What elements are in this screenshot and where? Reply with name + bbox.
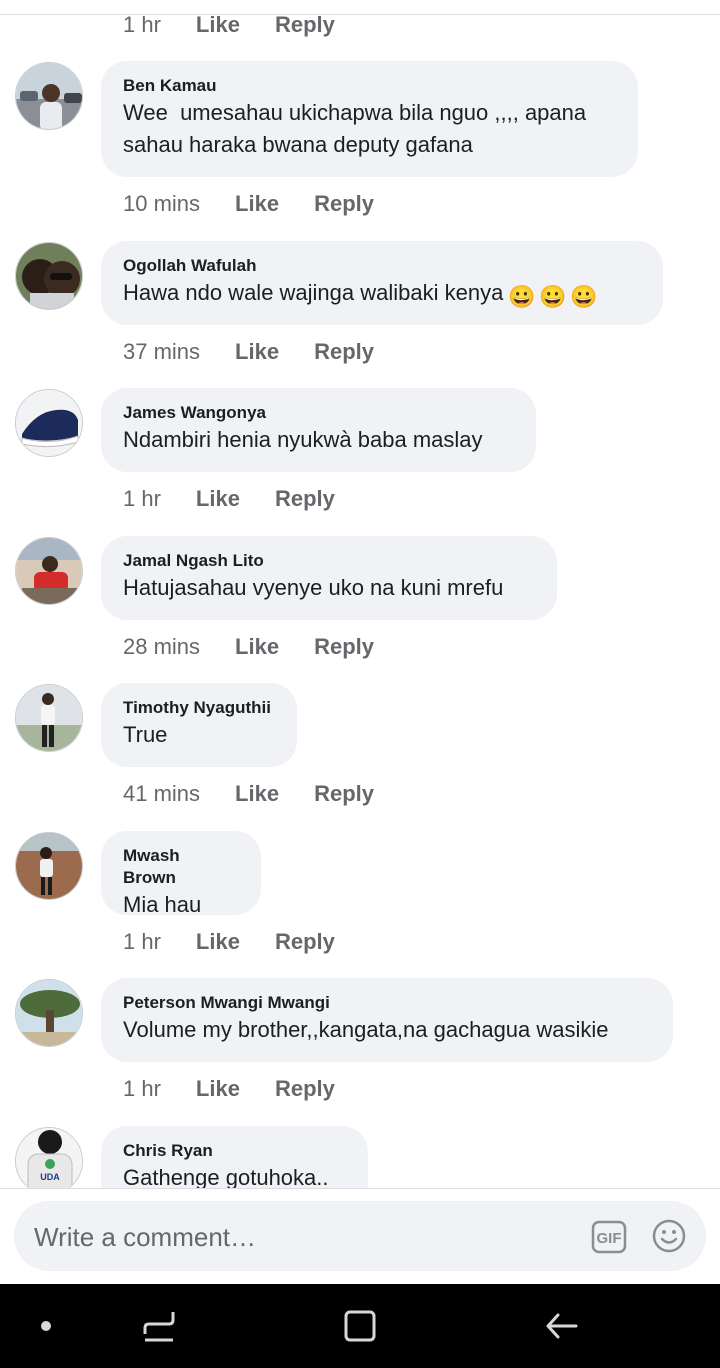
reply-button[interactable]: Reply — [314, 191, 374, 217]
gif-icon[interactable]: GIF — [591, 1220, 627, 1254]
comment-meta-row: 37 mins Like Reply — [123, 332, 409, 372]
like-button[interactable]: Like — [235, 781, 279, 807]
grinning-face-emoji: 😀 — [570, 284, 598, 309]
like-button[interactable]: Like — [235, 191, 279, 217]
comment-bubble[interactable]: Mwash Brown Mia hau — [101, 831, 261, 917]
comment-composer: GIF — [14, 1201, 706, 1273]
comment-author[interactable]: Timothy Nyaguthii — [123, 697, 273, 719]
reply-button[interactable]: Reply — [314, 634, 374, 660]
avatar[interactable] — [15, 537, 83, 605]
comment-author[interactable]: Jamal Ngash Lito — [123, 550, 533, 572]
smiley-icon[interactable] — [652, 1219, 686, 1253]
comment-text: Ndambiri henia nyukwà baba maslay — [123, 427, 483, 452]
comment-meta-row: 1 hr Like Reply — [123, 1069, 370, 1109]
comment-text: Hatujasahau vyenye uko na kuni mrefu — [123, 575, 504, 600]
comment-author[interactable]: Chris Ryan — [123, 1140, 344, 1162]
uda-logo-text: UDA — [40, 1172, 60, 1182]
comment-text: Hawa ndo wale wajinga walibaki kenya 😀 😀 😀 — [123, 280, 598, 309]
comment-text: Wee umesahau ukichapwa bila nguo ,,,, ap… — [123, 100, 587, 157]
grinning-face-emoji: 😀 — [539, 284, 567, 309]
comment-text: Gathenge gotuhoka.. — [123, 1165, 329, 1188]
comment-bubble[interactable]: Ogollah Wafulah Hawa ndo wale wajinga wa… — [101, 241, 663, 325]
comment-meta-row: 41 mins Like Reply — [123, 774, 409, 814]
comment-text: Mia hau — [123, 892, 202, 917]
dot-icon[interactable] — [24, 1304, 68, 1348]
comment-bubble[interactable]: Timothy Nyaguthii True — [101, 683, 297, 767]
gif-label: GIF — [597, 1230, 622, 1247]
avatar[interactable] — [15, 242, 83, 310]
comment-author[interactable]: Ogollah Wafulah — [123, 255, 639, 277]
avatar[interactable] — [15, 389, 83, 457]
comments-feed[interactable]: 1 hr Like Reply Ben Kamau Wee umesahau u… — [0, 0, 720, 1188]
comment-author[interactable]: Mwash Brown — [123, 845, 237, 889]
comment-text: True — [123, 722, 168, 747]
comment-author[interactable]: James Wangonya — [123, 402, 512, 424]
comment-author[interactable]: Peterson Mwangi Mwangi — [123, 992, 649, 1014]
comment-time[interactable]: 10 mins — [123, 191, 200, 217]
avatar[interactable] — [15, 684, 83, 752]
comment-time[interactable]: 1 hr — [123, 1076, 161, 1102]
comment-bubble[interactable]: Peterson Mwangi Mwangi Volume my brother… — [101, 978, 673, 1062]
comment-bubble[interactable]: James Wangonya Ndambiri henia nyukwà bab… — [101, 388, 536, 472]
reply-button[interactable]: Reply — [275, 486, 335, 512]
back-icon[interactable] — [540, 1304, 584, 1348]
like-button[interactable]: Like — [196, 12, 240, 38]
grinning-face-emoji: 😀 — [508, 284, 536, 309]
avatar[interactable]: UDA — [15, 1127, 83, 1188]
comment-author[interactable]: Ben Kamau — [123, 75, 614, 97]
comment-time[interactable]: 41 mins — [123, 781, 200, 807]
comment-text: Volume my brother,,kangata,na gachagua w… — [123, 1017, 609, 1042]
reply-button[interactable]: Reply — [275, 12, 335, 38]
recent-apps-icon[interactable] — [137, 1304, 181, 1348]
like-button[interactable]: Like — [235, 339, 279, 365]
like-button[interactable]: Like — [196, 486, 240, 512]
like-button[interactable]: Like — [196, 1076, 240, 1102]
comment-meta-row: 1 hr Like Reply — [123, 479, 370, 519]
comment-time[interactable]: 1 hr — [123, 486, 161, 512]
comment-meta-row: 1 hr Like Reply — [123, 922, 370, 962]
comment-time[interactable]: 1 hr — [123, 929, 161, 955]
comment-time[interactable]: 1 hr — [123, 12, 161, 38]
like-button[interactable]: Like — [196, 929, 240, 955]
home-icon[interactable] — [338, 1304, 382, 1348]
reply-button[interactable]: Reply — [275, 929, 335, 955]
reply-button[interactable]: Reply — [314, 339, 374, 365]
reply-button[interactable]: Reply — [275, 1076, 335, 1102]
reply-button[interactable]: Reply — [314, 781, 374, 807]
comment-input[interactable] — [32, 1201, 556, 1273]
avatar[interactable] — [15, 979, 83, 1047]
divider — [0, 1188, 720, 1189]
comment-bubble[interactable]: Chris Ryan Gathenge gotuhoka.. — [101, 1126, 368, 1188]
comment-bubble[interactable]: Jamal Ngash Lito Hatujasahau vyenye uko … — [101, 536, 557, 620]
comment-meta-row: 28 mins Like Reply — [123, 627, 409, 667]
avatar[interactable] — [15, 832, 83, 900]
comment-time[interactable]: 28 mins — [123, 634, 200, 660]
avatar[interactable] — [15, 62, 83, 130]
like-button[interactable]: Like — [235, 634, 279, 660]
comment-meta-row: 1 hr Like Reply — [123, 5, 370, 45]
system-navigation-bar — [0, 1284, 720, 1368]
comment-meta-row: 10 mins Like Reply — [123, 184, 409, 224]
comment-time[interactable]: 37 mins — [123, 339, 200, 365]
comment-bubble[interactable]: Ben Kamau Wee umesahau ukichapwa bila ng… — [101, 61, 638, 177]
